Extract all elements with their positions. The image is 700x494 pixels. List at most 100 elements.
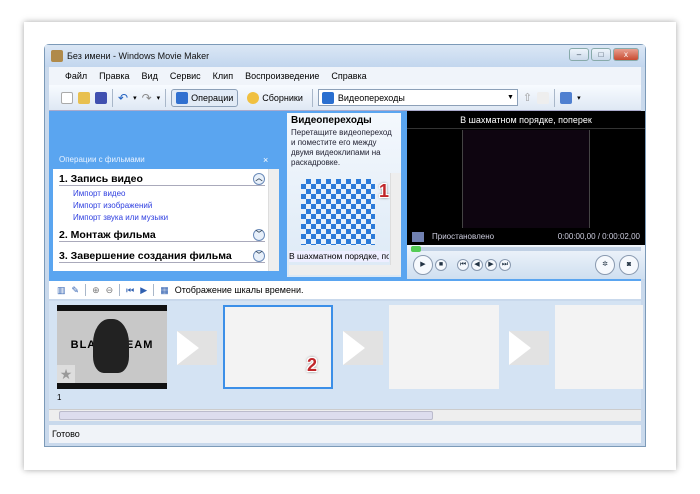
menu-file[interactable]: Файл (65, 71, 87, 81)
divider (165, 88, 167, 107)
zoom-in-icon[interactable]: ⊕ (92, 285, 100, 296)
chevron-down-icon[interactable]: ﹀ (253, 229, 265, 241)
transitions-title: Видеопереходы (291, 115, 372, 126)
section-finish[interactable]: 3. Завершение создания фильма ﹀ (59, 250, 265, 263)
collections-button[interactable]: Сборники (243, 90, 307, 106)
split-button[interactable]: ✲ (595, 255, 615, 275)
tasks-header: Операции с фильмами (59, 155, 145, 164)
transition-slot[interactable] (343, 331, 383, 365)
menu-edit[interactable]: Правка (99, 71, 129, 81)
stop-button[interactable]: ■ (435, 259, 447, 271)
section-title: 3. Завершение создания фильма (59, 250, 232, 262)
narrate-icon[interactable]: ✎ (72, 285, 80, 296)
open-icon[interactable] (78, 91, 90, 104)
chevron-up-icon[interactable]: ︿ (253, 173, 265, 185)
operations-button[interactable]: Операции (171, 88, 239, 107)
seek-thumb[interactable] (411, 246, 421, 252)
clip-slot-selected[interactable] (223, 305, 333, 389)
transition-slot[interactable] (509, 331, 549, 365)
scroll-thumb[interactable] (59, 411, 433, 420)
transitions-icon (321, 91, 334, 104)
rewind-icon[interactable]: ⏮ (126, 285, 134, 296)
playback-controls: ▶ ■ ⏮ ◀ ▶ ⏭ ✲ ◙ (407, 245, 645, 279)
transition-slot[interactable] (177, 331, 217, 365)
preview-monitor: В шахматном порядке, поперек Приостановл… (407, 111, 645, 279)
operations-label: Операции (191, 92, 234, 103)
timeline-icon[interactable]: ▦ (160, 285, 169, 296)
section-title: 1. Запись видео (59, 173, 143, 185)
link-import-audio[interactable]: Импорт звука или музыки (73, 213, 168, 222)
undo-icon[interactable]: ↶ (118, 91, 128, 105)
collections-combo[interactable]: Видеопереходы ▼ (317, 89, 518, 106)
list-icon (176, 91, 189, 104)
divider (85, 284, 87, 296)
new-folder-icon[interactable] (537, 91, 550, 104)
next-button[interactable]: ⏭ (499, 259, 511, 271)
play-button[interactable]: ▶ (413, 255, 433, 275)
transitions-pane: Видеопереходы Перетащите видеопереход и … (287, 113, 401, 277)
storyboard-scrollbar[interactable] (49, 409, 641, 421)
combo-value: Видеопереходы (337, 92, 405, 103)
views-dropdown-icon[interactable]: ▾ (577, 94, 581, 102)
section-capture[interactable]: 1. Запись видео ︿ (59, 173, 265, 186)
seek-bar[interactable] (411, 246, 641, 252)
close-tasks-icon[interactable]: × (263, 155, 268, 165)
menu-clip[interactable]: Клип (213, 71, 233, 81)
undo-dropdown-icon[interactable]: ▾ (133, 94, 137, 102)
close-button[interactable]: x (613, 48, 639, 61)
clip-slot[interactable] (389, 305, 499, 389)
views-icon[interactable] (560, 91, 573, 104)
transitions-description: Перетащите видеопереход и поместите его … (291, 128, 392, 167)
maximize-button[interactable]: □ (591, 48, 611, 61)
back-frame-button[interactable]: ◀ (471, 259, 483, 271)
save-icon[interactable] (95, 91, 107, 104)
menu-playback[interactable]: Воспроизведение (245, 71, 319, 81)
divider (311, 88, 313, 107)
link-import-images[interactable]: Импорт изображений (73, 201, 152, 210)
clip-number: 1 (57, 393, 62, 402)
redo-icon[interactable]: ↷ (142, 91, 152, 105)
section-title: 2. Монтаж фильма (59, 229, 156, 241)
redo-dropdown-icon[interactable]: ▾ (157, 94, 161, 102)
preview-screen (462, 130, 590, 228)
skull-graphic (93, 319, 129, 373)
preview-title: В шахматном порядке, поперек (407, 111, 645, 129)
link-import-video[interactable]: Импорт видео (73, 189, 125, 198)
storyboard-toolbar: ▥ ✎ ⊕ ⊖ ⏮ ▶ ▦ Отображение шкалы времени. (49, 281, 641, 299)
clip-thumbnail[interactable]: BLACK TEAM ★ (57, 305, 167, 389)
tasks-scrollbar[interactable] (268, 169, 279, 271)
window-title: Без имени - Windows Movie Maker (67, 51, 210, 61)
transition-thumbnail[interactable] (301, 179, 375, 245)
step-badge-1: 1 (379, 181, 390, 201)
zoom-out-icon[interactable]: ⊖ (106, 285, 114, 296)
minimize-button[interactable]: – (569, 48, 589, 61)
forward-frame-button[interactable]: ▶ (485, 259, 497, 271)
menu-tools[interactable]: Сервис (170, 71, 201, 81)
section-edit[interactable]: 2. Монтаж фильма ﹀ (59, 229, 265, 242)
toolbar: ↶ ▾ ↷ ▾ Операции Сборники Видеопереходы ▼ ⇧… (49, 85, 641, 111)
new-icon[interactable] (61, 91, 73, 104)
audio-levels-icon[interactable]: ▥ (57, 285, 66, 296)
tasks-pane: 1. Запись видео ︿ Импорт видео Импорт изо… (53, 169, 279, 271)
snapshot-button[interactable]: ◙ (619, 255, 639, 275)
divider (153, 284, 155, 296)
folder-icon (247, 91, 260, 104)
clip-slot[interactable] (555, 305, 643, 389)
divider (119, 284, 121, 296)
clip-icon (412, 231, 424, 242)
collections-label: Сборники (262, 92, 303, 103)
transitions-vscrollbar[interactable] (390, 173, 401, 265)
menu-view[interactable]: Вид (142, 71, 158, 81)
transitions-hscrollbar[interactable] (289, 265, 401, 275)
up-icon[interactable]: ⇧ (523, 91, 532, 104)
show-timeline-button[interactable]: Отображение шкалы времени. (175, 285, 304, 295)
movie-maker-window: Без имени - Windows Movie Maker – □ x Фа… (44, 44, 646, 447)
menu-help[interactable]: Справка (331, 71, 366, 81)
divider (554, 88, 556, 107)
play-storyboard-icon[interactable]: ▶ (140, 285, 147, 296)
previous-button[interactable]: ⏮ (457, 259, 469, 271)
divider (112, 88, 113, 107)
playback-time: 0:00:00,00 / 0:00:02,00 (557, 232, 640, 241)
chevron-down-icon[interactable]: ﹀ (253, 250, 265, 262)
star-icon: ★ (57, 365, 75, 383)
